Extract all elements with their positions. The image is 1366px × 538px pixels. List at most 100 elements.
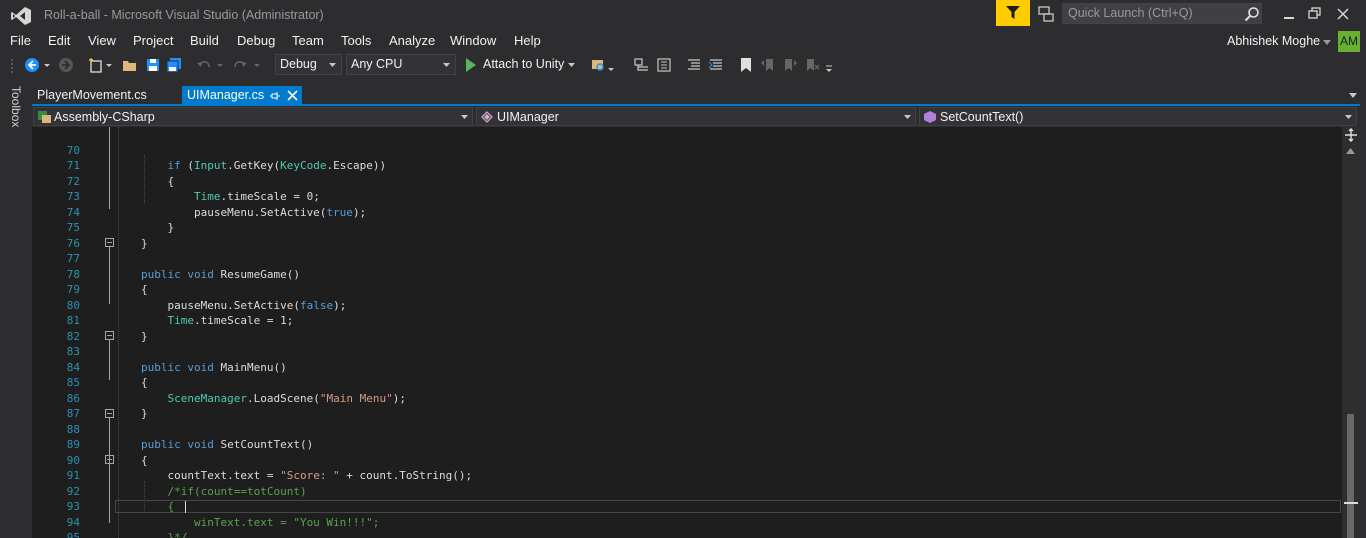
chevron-down-icon[interactable] <box>1349 93 1357 98</box>
previous-bookmark-icon[interactable] <box>760 57 776 73</box>
code-line: 77 public void ResumeGame() <box>32 236 1342 281</box>
tab-label: UIManager.cs <box>187 88 265 102</box>
play-icon[interactable] <box>464 56 478 74</box>
class-icon <box>481 111 493 123</box>
code-line: 84 { <box>32 344 1342 390</box>
search-icon <box>1244 7 1259 22</box>
chevron-down-icon <box>461 115 468 119</box>
solution-platform-dropdown[interactable]: Any CPU <box>346 54 456 75</box>
chevron-down-icon[interactable] <box>253 57 261 73</box>
split-window-icon[interactable] <box>1344 128 1358 142</box>
bookmark-icon[interactable] <box>738 57 754 73</box>
chevron-down-icon[interactable] <box>105 57 113 73</box>
clear-bookmarks-icon[interactable] <box>804 57 820 73</box>
outlining-line <box>109 247 110 304</box>
csharp-project-icon <box>38 111 51 123</box>
comment-lines-icon[interactable] <box>686 57 702 73</box>
member-dropdown[interactable]: SetCountText() <box>919 107 1357 126</box>
code-line: 91 /*if(count==totCount) <box>32 453 1342 498</box>
save-all-icon[interactable] <box>166 57 182 73</box>
project-dropdown[interactable]: Assembly-CSharp <box>33 107 473 126</box>
code-line: 78 { <box>32 251 1342 297</box>
code-line: 89 { <box>32 422 1342 467</box>
tab-label: PlayerMovement.cs <box>37 88 147 102</box>
menu-analyze[interactable]: Analyze <box>389 33 435 48</box>
pin-icon[interactable] <box>270 91 280 101</box>
attach-to-unity-button[interactable]: Attach to Unity <box>483 57 564 71</box>
solution-explorer-icon[interactable] <box>634 57 650 73</box>
outlining-line <box>109 340 110 380</box>
chevron-down-icon[interactable] <box>1323 40 1331 45</box>
menu-debug[interactable]: Debug <box>237 33 275 48</box>
code-line: 74 } <box>32 189 1342 235</box>
code-line: 73 pauseMenu.SetActive(true); <box>32 174 1342 219</box>
code-line: 82 <box>32 313 1342 343</box>
menu-tools[interactable]: Tools <box>341 33 371 48</box>
quick-launch-input[interactable]: Quick Launch (Ctrl+Q) <box>1062 3 1262 24</box>
chevron-down-icon[interactable] <box>607 57 615 73</box>
close-icon[interactable] <box>287 90 298 101</box>
toolbox-tab[interactable]: Toolbox <box>9 86 23 127</box>
code-line: 86 } <box>32 375 1342 421</box>
menu-window[interactable]: Window <box>450 33 496 48</box>
code-line: 92 { <box>32 468 1342 514</box>
code-editor[interactable]: 70 if (Input.GetKey(KeyCode.Escape)) 71 … <box>32 127 1342 538</box>
avatar[interactable]: AM <box>1338 31 1360 52</box>
open-folder-icon[interactable] <box>122 57 138 73</box>
tab-playermovement[interactable]: PlayerMovement.cs <box>32 86 182 105</box>
menu-help[interactable]: Help <box>514 33 541 48</box>
tab-uimanager[interactable]: UIManager.cs <box>182 86 302 105</box>
uncomment-lines-icon[interactable] <box>708 57 724 73</box>
collapse-icon[interactable] <box>105 238 114 247</box>
chevron-down-icon[interactable] <box>216 57 224 73</box>
visual-studio-logo-icon <box>11 7 31 25</box>
menu-build[interactable]: Build <box>190 33 219 48</box>
next-bookmark-icon[interactable] <box>782 57 798 73</box>
menu-team[interactable]: Team <box>292 33 324 48</box>
menu-edit[interactable]: Edit <box>48 33 70 48</box>
notifications-filter-button[interactable] <box>996 0 1030 26</box>
code-line: 71 { <box>32 143 1342 188</box>
navigate-back-icon[interactable] <box>24 57 40 73</box>
chevron-down-icon[interactable] <box>568 63 575 67</box>
code-line: 72 Time.timeScale = 0; <box>32 158 1342 204</box>
text-caret <box>185 501 186 513</box>
close-icon[interactable] <box>1332 4 1354 24</box>
toolbar-overflow-icon[interactable] <box>824 57 834 73</box>
chevron-down-icon <box>443 63 450 67</box>
toolbox-panel-strip <box>0 80 30 538</box>
code-line: 96 <box>32 530 1342 538</box>
code-line: 94 }*/ <box>32 499 1342 538</box>
minimize-icon[interactable] <box>1278 4 1300 24</box>
user-name[interactable]: Abhishek Moghe <box>1227 34 1320 48</box>
navigate-forward-icon[interactable] <box>58 57 74 73</box>
scroll-up-icon[interactable] <box>1346 148 1355 154</box>
properties-icon[interactable] <box>656 57 672 73</box>
class-dropdown[interactable]: UIManager <box>476 107 916 126</box>
menu-view[interactable]: View <box>88 33 116 48</box>
class-name: UIManager <box>497 110 559 124</box>
chevron-down-icon <box>904 115 911 119</box>
find-in-files-icon[interactable] <box>590 57 606 73</box>
undo-icon[interactable] <box>196 57 212 73</box>
collapse-icon[interactable] <box>105 331 114 340</box>
solution-configuration-dropdown[interactable]: Debug <box>275 54 342 75</box>
menu-project[interactable]: Project <box>133 33 173 48</box>
save-icon[interactable] <box>145 57 161 73</box>
outlining-line <box>109 127 110 209</box>
filter-icon <box>1006 6 1020 19</box>
new-project-icon[interactable] <box>88 57 104 73</box>
outlining-line <box>109 418 110 523</box>
collapse-icon[interactable] <box>105 409 114 418</box>
code-line: 79 pauseMenu.SetActive(false); <box>32 267 1342 312</box>
menu-file[interactable]: File <box>10 33 31 48</box>
restore-icon[interactable] <box>1304 4 1326 24</box>
chevron-down-icon[interactable] <box>43 57 51 73</box>
code-line: 95 } <box>32 515 1342 538</box>
code-line: 85 SceneManager.LoadScene("Main Menu"); <box>32 360 1342 405</box>
code-line: 83 public void MainMenu() <box>32 329 1342 374</box>
redo-icon[interactable] <box>232 57 248 73</box>
code-line: 93 winText.text = "You Win!!!"; <box>32 484 1342 529</box>
scrollbar-thumb[interactable] <box>1347 414 1354 538</box>
feedback-icon[interactable] <box>1038 6 1054 22</box>
